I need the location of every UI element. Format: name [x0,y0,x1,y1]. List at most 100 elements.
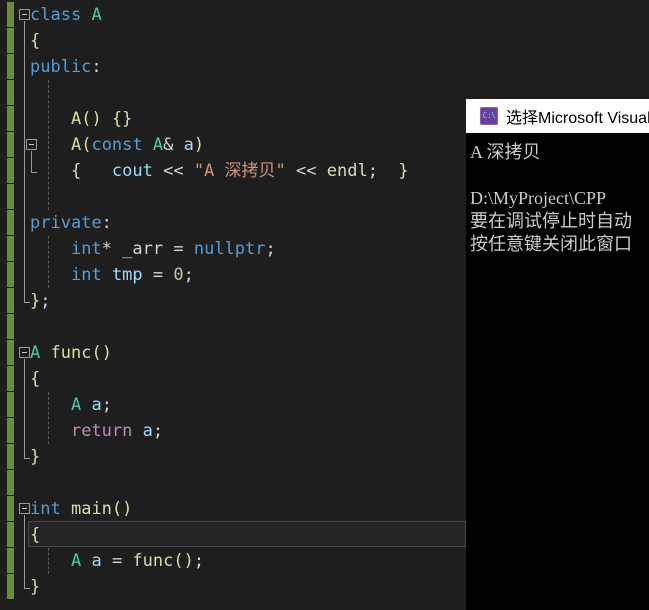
code-token: ; [152,421,164,441]
code-line[interactable]: int tmp = 0; [30,262,194,288]
change-marker [7,184,14,209]
change-marker [7,80,14,105]
code-token: const [91,135,143,155]
code-line[interactable]: A() {} [30,106,132,132]
code-token: A [70,395,82,415]
code-line[interactable]: { cout << "A 深拷贝" << endl; } [30,158,409,184]
code-token: int [70,265,102,285]
code-token: "A 深拷贝" [193,161,286,181]
change-marker [7,210,14,235]
console-title: 选择Microsoft Visual [506,110,649,127]
code-token: tmp [111,265,143,285]
console-titlebar[interactable]: C:\ 选择Microsoft Visual [466,99,649,133]
code-token: () [91,343,112,363]
change-marker [7,574,14,599]
code-token: A [30,343,41,363]
code-token: * [101,239,123,259]
cmd-console-icon-label: C:\ [482,111,496,120]
code-line[interactable]: { [30,28,40,54]
code-line[interactable]: public: [30,54,102,80]
code-line[interactable]: int main() [30,496,132,522]
fold-toggle-icon[interactable] [19,9,30,20]
code-line[interactable]: } [30,574,40,600]
code-line[interactable]: return a; [30,418,163,444]
code-token: public [30,57,92,77]
code-token: << [285,161,327,181]
code-line[interactable]: { [30,366,40,392]
code-token: 0 [173,265,184,285]
console-output-line: 按任意键关闭此窗口 [470,234,632,254]
change-marker [7,418,14,443]
code-token: } [30,447,41,467]
code-token: (); [173,551,205,571]
code-token: ; [101,395,112,415]
code-line[interactable]: A a; [30,392,112,418]
change-marker [7,288,14,313]
code-token: A [70,109,82,129]
code-token: ( [81,135,92,155]
code-token: = [101,551,133,571]
code-token: = [142,265,174,285]
change-marker [7,54,14,79]
code-token: func [132,551,174,571]
change-marker [7,262,14,287]
change-marker [7,470,14,495]
screen-root: class A{public: A() {} A(const A& a) { c… [0,0,649,610]
code-token: func [50,343,92,363]
code-token: a [142,421,153,441]
code-line[interactable]: }; [30,288,51,314]
change-marker [7,106,14,131]
code-token: _arr [122,239,164,259]
code-editor[interactable]: class A{public: A() {} A(const A& a) { c… [0,0,466,610]
code-token: A [70,135,82,155]
code-token: ; [40,291,51,311]
change-marker [7,314,14,339]
fold-region-bar [24,515,25,588]
change-marker [7,2,14,27]
console-window[interactable]: C:\ 选择Microsoft Visual A 深拷贝 D:\MyProject… [466,99,649,610]
code-line[interactable]: { [30,522,40,548]
fold-region-bar [24,359,25,458]
code-token: () {} [81,109,133,129]
fold-toggle-icon[interactable] [19,347,30,358]
code-line[interactable]: A a = func(); [30,548,204,574]
code-token: } [30,577,41,597]
code-line[interactable]: private: [30,210,112,236]
fold-toggle-icon[interactable] [19,503,30,514]
code-token: A [91,5,102,25]
code-token: a [91,395,102,415]
code-token: ; [183,265,194,285]
code-token: } [398,161,409,181]
code-token: cout [111,161,153,181]
code-token: { [70,161,82,181]
change-marker [7,548,14,573]
code-token: } [30,291,41,311]
code-line[interactable]: A(const A& a) [30,132,204,158]
code-token: A [70,551,82,571]
code-token: { [30,369,41,389]
code-token: : [91,57,102,77]
code-line[interactable]: int* _arr = nullptr; [30,236,276,262]
change-marker [7,366,14,391]
code-token: ) [193,135,205,155]
code-line[interactable]: } [30,444,40,470]
code-token: = [163,239,194,259]
code-line[interactable]: A func() [30,340,112,366]
editor-right-margin [466,0,649,99]
code-line[interactable]: class A [30,2,102,28]
fold-region-bar [24,21,25,302]
